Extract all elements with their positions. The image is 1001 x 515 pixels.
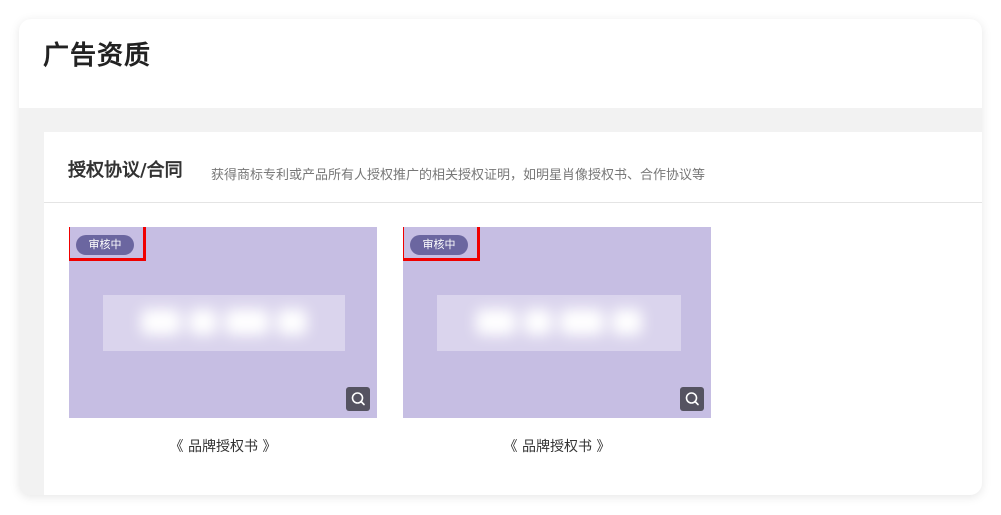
document-card: 审核中 《 品牌授权书 》: [403, 227, 711, 456]
zoom-button[interactable]: [680, 387, 704, 411]
blurred-document-text: [103, 295, 345, 351]
zoom-button[interactable]: [346, 387, 370, 411]
document-thumbnail[interactable]: 审核中: [69, 227, 377, 418]
document-card: 审核中 《 品牌授权书 》: [69, 227, 377, 456]
document-name: 《 品牌授权书 》: [503, 439, 611, 455]
document-name: 《 品牌授权书 》: [169, 439, 277, 455]
section-description: 获得商标专利或产品所有人授权推广的相关授权证明，如明星肖像授权书、合作协议等: [211, 168, 706, 183]
authorization-panel: 授权协议/合同 获得商标专利或产品所有人授权推广的相关授权证明，如明星肖像授权书…: [44, 132, 982, 495]
qualification-card: 广告资质 授权协议/合同 获得商标专利或产品所有人授权推广的相关授权证明，如明星…: [19, 19, 982, 495]
zoom-icon: [685, 392, 699, 406]
highlight-outline: [403, 227, 480, 261]
document-thumbnail[interactable]: 审核中: [403, 227, 711, 418]
page-title: 广告资质: [43, 41, 152, 71]
section-title: 授权协议/合同: [68, 160, 183, 181]
zoom-icon: [351, 392, 365, 406]
section-header: 授权协议/合同 获得商标专利或产品所有人授权推广的相关授权证明，如明星肖像授权书…: [44, 132, 982, 203]
highlight-outline: [69, 227, 146, 261]
blurred-document-text: [437, 295, 681, 351]
page-header: 广告资质: [19, 19, 982, 108]
